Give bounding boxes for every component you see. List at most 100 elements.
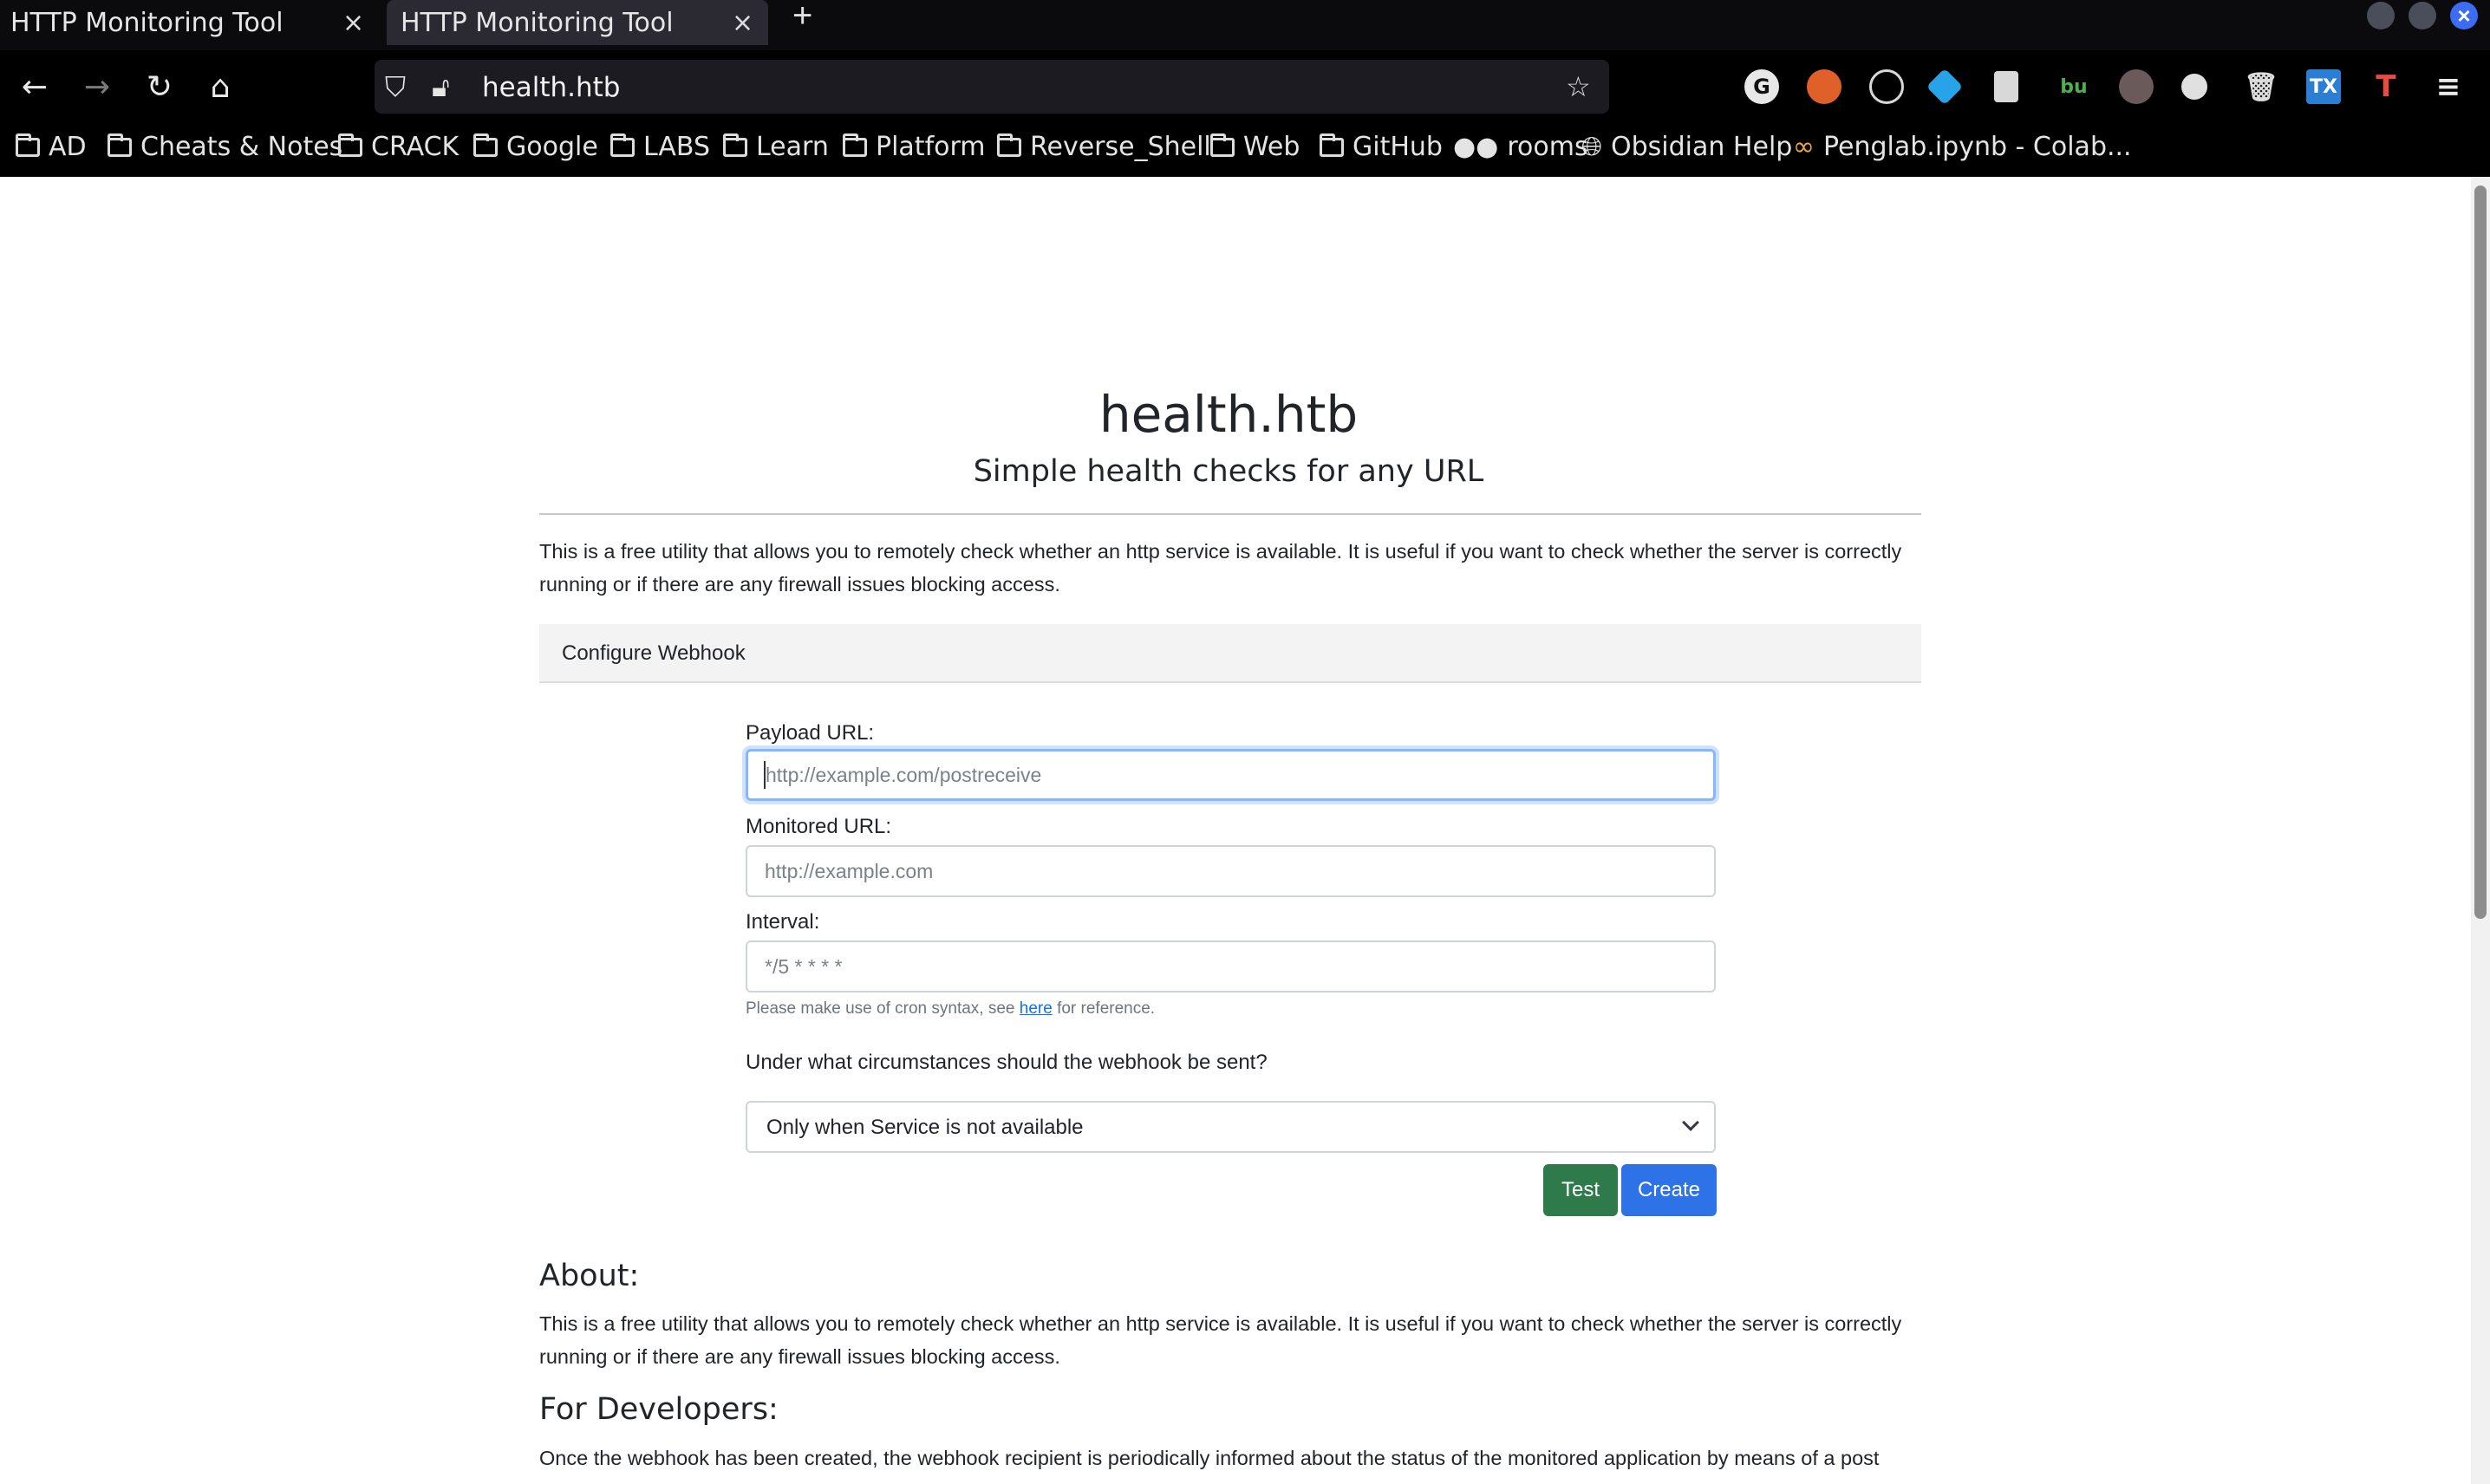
maximize-icon[interactable] [2409,2,2436,29]
bookmark-rooms[interactable]: ●● rooms [1453,132,1588,162]
about-heading: About: [539,1259,640,1293]
folder-icon [843,133,867,157]
webhook-condition-select[interactable]: Only when Service is not available [746,1101,1716,1153]
bookmark-cheats-notes[interactable]: Cheats & Notes [108,132,342,162]
bookmark-google[interactable]: Google [473,132,598,162]
bookmark-label: rooms [1507,132,1588,162]
card-header-title: Configure Webhook [562,641,746,665]
bookmark-label: LABS [643,132,711,162]
chevron-down-icon [1682,1114,1699,1131]
developers-heading: For Developers: [539,1392,779,1427]
divider [539,513,1921,515]
back-arrow-icon[interactable]: ← [14,66,55,107]
bookmark-reverse-shell[interactable]: Reverse_Shell [997,132,1211,162]
monitored-url-label: Monitored URL: [746,815,892,838]
interval-input[interactable] [746,941,1716,993]
reload-icon[interactable]: ↻ [139,66,180,107]
cron-reference-link[interactable]: here [1020,999,1053,1018]
trash-extension-icon[interactable]: 🗑︎ [2244,69,2279,104]
folder-icon [473,133,498,157]
monitored-url-input[interactable] [746,845,1716,897]
bookmark-label: Google [506,132,598,162]
insecure-lock-icon[interactable]: 🔓︎ [432,70,450,104]
folder-icon [997,133,1021,157]
help-prefix: Please make use of cron syntax, see [746,999,1020,1018]
create-button[interactable]: Create [1621,1164,1717,1216]
help-suffix: for reference. [1052,999,1156,1018]
bookmark-ad[interactable]: AD [16,132,87,162]
webhook-condition-question: Under what circumstances should the webh… [746,1051,1268,1074]
tab-http-monitoring-active[interactable]: HTTP Monitoring Tool × [387,0,768,45]
bookmark-label: Platform [876,132,986,162]
tx-extension-icon[interactable]: TX [2306,69,2341,104]
multi-extension-icon[interactable] [2119,69,2154,104]
bookmark-penglab[interactable]: ∞ Penglab.ipynb - Colab... [1793,132,2132,162]
bookmark-web[interactable]: Web [1210,132,1300,162]
card-header: Configure Webhook [539,624,1921,683]
folder-icon [610,133,635,157]
folder-icon [108,133,132,157]
test-button[interactable]: Test [1543,1164,1618,1216]
folder-icon [723,133,747,157]
address-bar[interactable]: ⛉ 🔓︎ health.htb ☆ [375,60,1609,114]
wappalyzer-extension-icon[interactable] [1926,68,1964,106]
folder-icon [1320,133,1344,157]
bookmark-label: Reverse_Shell [1030,132,1211,162]
payload-url-input[interactable] [746,749,1716,801]
folder-icon [16,133,40,157]
forward-arrow-icon[interactable]: → [76,66,118,107]
globe-icon: 🌐︎ [1581,132,1602,162]
bookmark-label: AD [49,132,87,162]
minimize-icon[interactable] [2367,2,2395,29]
shield-icon[interactable]: ⛉ [385,70,406,104]
bookmark-platform[interactable]: Platform [843,132,986,162]
site-title: health.htb [1098,385,1359,444]
tab-bar: HTTP Monitoring Tool × HTTP Monitoring T… [0,0,2490,50]
interval-label: Interval: [746,910,820,934]
bookmark-label: Web [1243,132,1300,162]
bookmark-label: Cheats & Notes [140,132,343,162]
notes-extension-icon[interactable] [1994,71,2018,102]
bookmark-github[interactable]: GitHub [1320,132,1443,162]
hamburger-menu-icon[interactable]: ≡ [2431,69,2466,104]
page-content [0,177,2471,1484]
grammarly-extension-icon[interactable]: G [1744,69,1779,104]
scrollbar-thumb[interactable] [2474,186,2487,919]
about-paragraph: This is a free utility that allows you t… [539,1312,1902,1368]
payload-url-label: Payload URL: [746,721,875,745]
folder-icon [1210,133,1235,157]
colab-icon: ∞ [1793,132,1815,162]
tab-close-icon[interactable]: × [732,8,753,38]
folder-icon [338,133,362,157]
bookmark-label: GitHub [1353,132,1443,162]
bookmark-learn[interactable]: Learn [723,132,829,162]
bookmarks-bar: AD Cheats & Notes CRACK Google LABS Lear… [0,123,2490,177]
select-value: Only when Service is not available [766,1116,1084,1139]
bookmark-obsidian-help[interactable]: 🌐︎ Obsidian Help [1581,132,1792,162]
cron-help-text: Please make use of cron syntax, see here… [746,999,1155,1019]
bookmark-label: Obsidian Help [1611,132,1793,162]
bookmark-label: Learn [756,132,829,162]
t-extension-icon[interactable]: T [2369,69,2403,104]
bookmark-labs[interactable]: LABS [610,132,710,162]
page-scrollbar[interactable] [2471,177,2490,1484]
home-icon[interactable]: ⌂ [199,66,241,107]
tab-title: HTTP Monitoring Tool [10,7,284,38]
bookmark-star-icon[interactable]: ☆ [1566,70,1591,103]
medium-icon: ●● [1453,132,1499,162]
bookmark-crack[interactable]: CRACK [338,132,459,162]
url-text[interactable]: health.htb [482,72,620,103]
window-close-icon[interactable]: × [2450,2,2478,29]
cookie-extension-icon[interactable] [1869,69,1904,104]
nav-bar: ← → ↻ ⌂ ⛉ 🔓︎ health.htb ☆ G bu 🗑︎ TX T ≡ [0,50,2490,123]
fox-extension-icon[interactable] [1807,69,1841,104]
bookmark-label: Penglab.ipynb - Colab... [1823,132,2132,162]
bookmark-label: CRACK [371,132,460,162]
new-tab-icon[interactable]: + [792,0,812,35]
tab-title: HTTP Monitoring Tool [401,7,674,38]
developers-paragraph: Once the webhook has been created, the w… [539,1447,1880,1469]
tab-http-monitoring-1[interactable]: HTTP Monitoring Tool × [10,0,375,45]
cookie-editor-extension-icon[interactable] [2181,74,2207,100]
tab-close-icon[interactable]: × [342,8,364,38]
builtwith-extension-icon[interactable]: bu [2057,69,2091,104]
